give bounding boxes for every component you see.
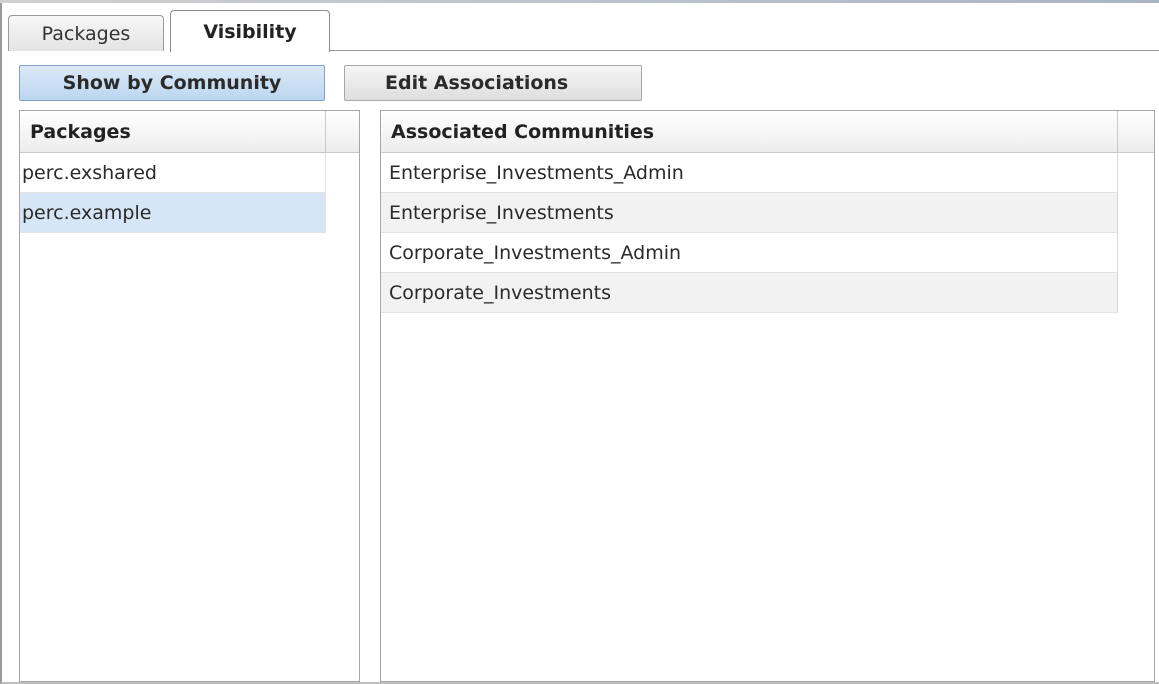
packages-column-header[interactable]: Packages xyxy=(20,111,326,153)
communities-header-stub xyxy=(1118,111,1154,153)
community-row[interactable]: Corporate_Investments xyxy=(381,273,1118,313)
top-border xyxy=(0,0,1159,3)
packages-header-label: Packages xyxy=(30,120,131,143)
communities-header-label: Associated Communities xyxy=(391,120,655,143)
package-label: perc.example xyxy=(22,201,152,224)
community-label: Corporate_Investments_Admin xyxy=(389,241,682,264)
communities-list: Enterprise_Investments_Admin Enterprise_… xyxy=(381,153,1118,313)
communities-column-header[interactable]: Associated Communities xyxy=(381,111,1118,153)
tab-packages-label: Packages xyxy=(41,22,131,45)
associated-communities-grid: Associated Communities Enterprise_Invest… xyxy=(380,110,1155,682)
tab-strip-divider xyxy=(330,50,1159,51)
packages-header-stub xyxy=(326,111,359,153)
package-label: perc.exshared xyxy=(22,161,157,184)
show-by-community-button[interactable]: Show by Community xyxy=(19,65,325,101)
community-row[interactable]: Corporate_Investments_Admin xyxy=(381,233,1118,273)
edit-associations-label: Edit Associations xyxy=(385,72,569,94)
show-by-community-label: Show by Community xyxy=(62,72,282,94)
tab-packages[interactable]: Packages xyxy=(8,15,164,51)
packages-grid: Packages perc.exshared perc.example xyxy=(19,110,360,682)
tab-visibility[interactable]: Visibility xyxy=(170,10,330,52)
community-row[interactable]: Enterprise_Investments xyxy=(381,193,1118,233)
package-row-exshared[interactable]: perc.exshared xyxy=(20,153,326,193)
tab-visibility-label: Visibility xyxy=(203,20,297,43)
community-label: Enterprise_Investments_Admin xyxy=(389,161,684,184)
community-label: Corporate_Investments xyxy=(389,281,611,304)
community-row[interactable]: Enterprise_Investments_Admin xyxy=(381,153,1118,193)
community-label: Enterprise_Investments xyxy=(389,201,614,224)
packages-list: perc.exshared perc.example xyxy=(20,153,326,233)
edit-associations-button[interactable]: Edit Associations xyxy=(344,65,642,101)
package-row-example[interactable]: perc.example xyxy=(20,193,326,233)
